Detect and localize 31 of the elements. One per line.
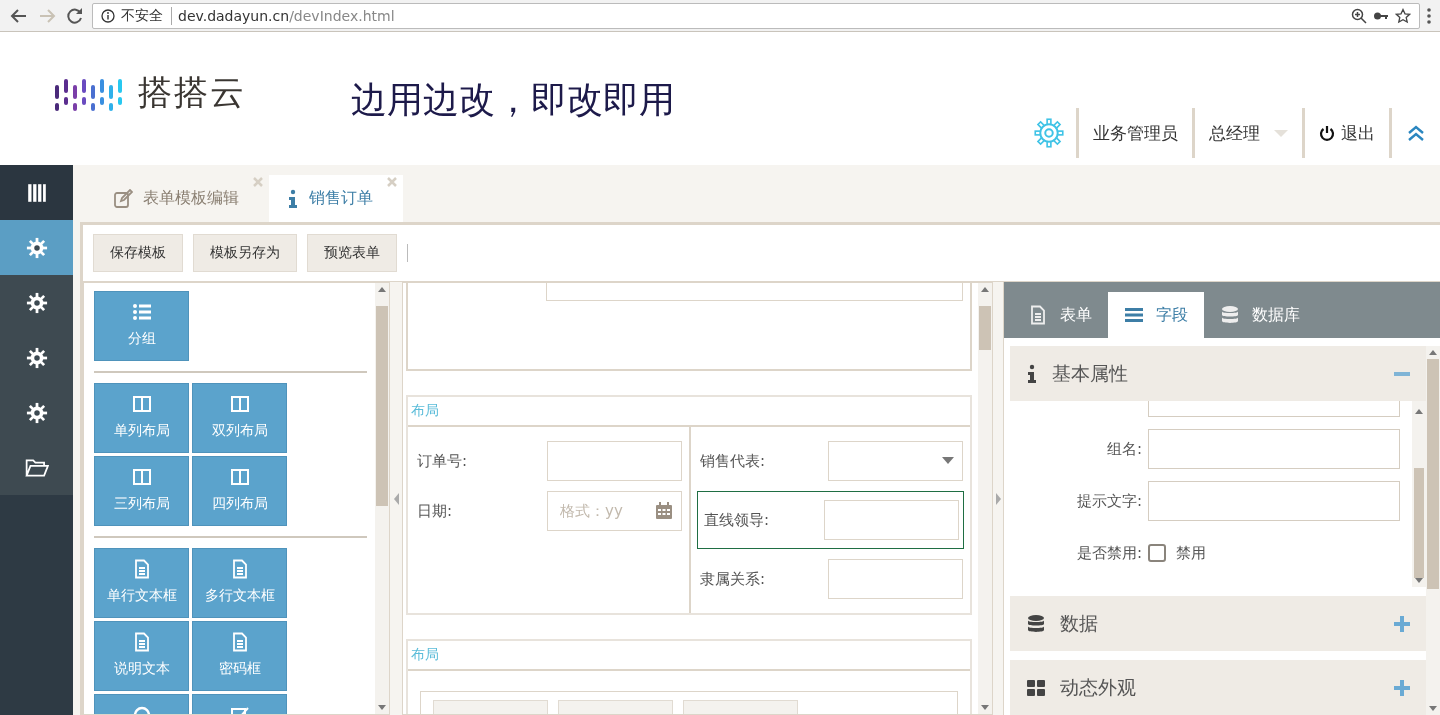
section-header[interactable]: 基本属性 bbox=[1010, 346, 1426, 401]
toolbar-button[interactable]: 模板另存为 bbox=[193, 234, 297, 272]
placeholder-text: 格式：yy bbox=[560, 501, 623, 521]
security-label: 不安全 bbox=[121, 6, 172, 25]
toolbar-button[interactable]: 保存模板 bbox=[93, 234, 183, 272]
selected-field[interactable]: 直线领导: bbox=[697, 491, 964, 549]
tab[interactable]: 表单 bbox=[1012, 292, 1108, 338]
position-dropdown[interactable]: 总经理 bbox=[1192, 108, 1302, 158]
role-button[interactable]: 业务管理员 bbox=[1076, 108, 1192, 158]
layout-title: 布局 bbox=[408, 641, 970, 671]
slogan: 边用边改，即改即用 bbox=[351, 78, 675, 122]
layout-title: 布局 bbox=[408, 397, 970, 427]
form-field[interactable]: 订单号: bbox=[414, 441, 683, 481]
tab[interactable]: 销售订单 bbox=[269, 175, 403, 222]
tab[interactable]: 字段 bbox=[1108, 292, 1204, 338]
form-field[interactable]: 日期: 格式：yy bbox=[414, 491, 683, 531]
url-text: dev.dadayun.cn/devIndex.html bbox=[178, 7, 395, 24]
field-label: 是否禁用: bbox=[1075, 543, 1142, 563]
field-label: 组名: bbox=[1105, 439, 1142, 459]
form-field[interactable]: 隶属关系: bbox=[697, 559, 964, 599]
tab[interactable]: 数据库 bbox=[1204, 292, 1316, 338]
section-header[interactable]: 数据 bbox=[1010, 596, 1426, 651]
tab[interactable]: 表单模板编辑 bbox=[95, 175, 269, 222]
toolbar-button[interactable]: 预览表单 bbox=[307, 234, 397, 272]
address-bar[interactable]: 不安全 dev.dadayun.cn/devIndex.html bbox=[92, 2, 1420, 29]
logo-text: 搭搭云 bbox=[138, 71, 246, 114]
field-label: 提示文字: bbox=[1075, 491, 1142, 511]
logout-button[interactable]: 退出 bbox=[1302, 108, 1389, 158]
checkbox-label: 禁用 bbox=[1176, 543, 1206, 563]
section-header[interactable]: 动态外观 bbox=[1010, 660, 1426, 715]
form-field[interactable]: 销售代表: bbox=[697, 441, 964, 481]
